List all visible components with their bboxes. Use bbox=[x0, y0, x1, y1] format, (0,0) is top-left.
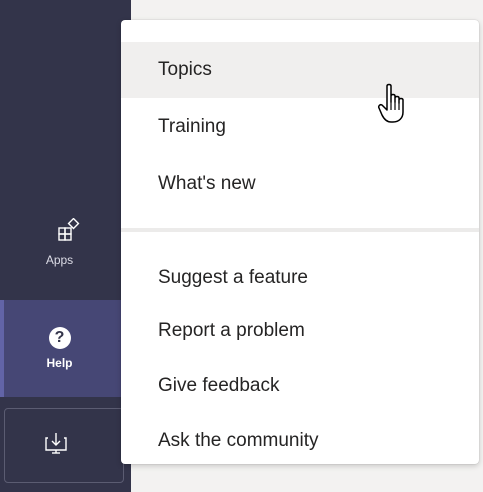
menu-item-ask-community[interactable]: Ask the community bbox=[121, 413, 479, 469]
teams-window: Apps ? Help Topics Training What's new S… bbox=[0, 0, 483, 492]
rail-item-help[interactable]: ? Help bbox=[0, 300, 131, 397]
help-flyout-menu: Topics Training What's new Suggest a fea… bbox=[121, 20, 479, 464]
menu-item-report-problem[interactable]: Report a problem bbox=[121, 303, 479, 359]
download-icon bbox=[43, 430, 69, 461]
apps-icon bbox=[56, 217, 80, 247]
rail-item-apps[interactable]: Apps bbox=[0, 217, 131, 290]
menu-item-give-feedback[interactable]: Give feedback bbox=[121, 358, 479, 414]
menu-item-whats-new[interactable]: What's new bbox=[121, 156, 479, 212]
menu-divider bbox=[121, 228, 479, 232]
menu-item-training[interactable]: Training bbox=[121, 99, 479, 155]
menu-item-topics[interactable]: Topics bbox=[121, 42, 479, 98]
menu-item-suggest-feature[interactable]: Suggest a feature bbox=[121, 250, 479, 306]
rail-item-apps-label: Apps bbox=[45, 253, 74, 267]
rail-item-help-label: Help bbox=[46, 356, 73, 370]
app-rail: Apps ? Help bbox=[0, 0, 131, 492]
help-icon: ? bbox=[48, 327, 71, 349]
active-indicator bbox=[0, 300, 4, 397]
download-button[interactable] bbox=[4, 408, 124, 483]
